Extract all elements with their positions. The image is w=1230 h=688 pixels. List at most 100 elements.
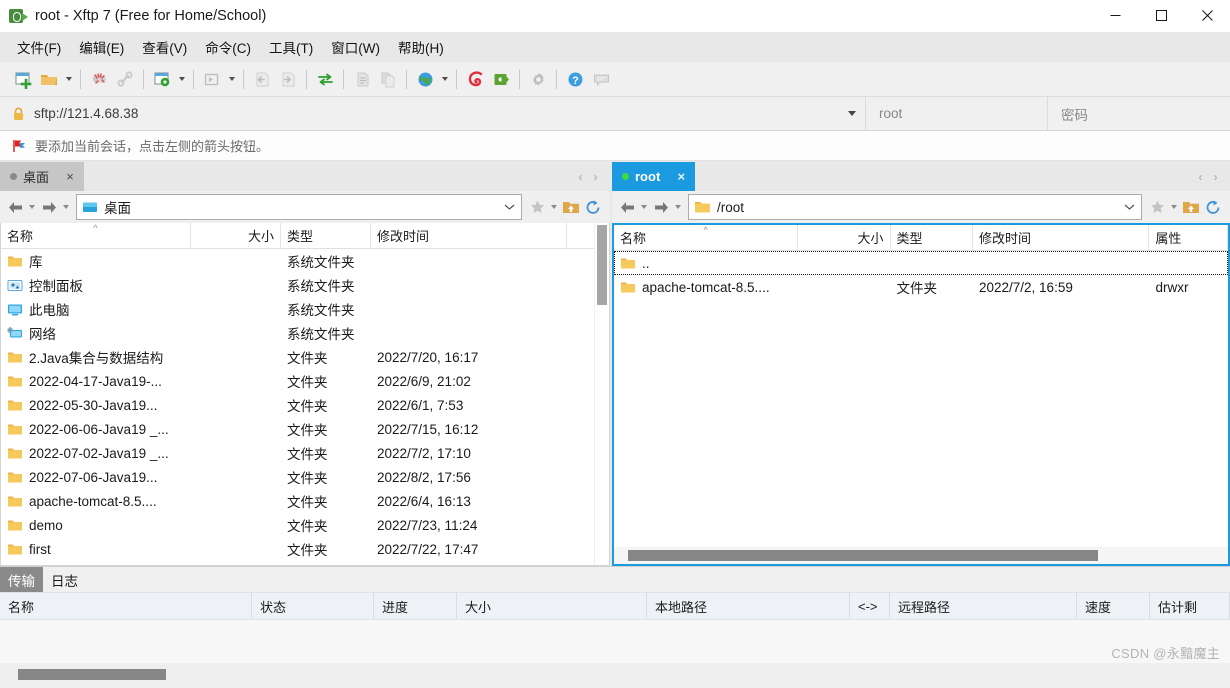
disconnect-icon[interactable] (86, 66, 112, 92)
table-row[interactable]: apache-tomcat-8.5....文件夹2022/6/4, 16:13 (1, 489, 594, 513)
remote-horizontal-scrollbar[interactable] (614, 547, 1228, 564)
copy-icon[interactable] (349, 66, 375, 92)
remote-tab-root[interactable]: root × (612, 162, 695, 191)
remote-back-dropdown[interactable] (638, 195, 650, 219)
remote-tab-next-icon[interactable]: › (1208, 167, 1223, 187)
table-row[interactable]: 控制面板系统文件夹 (1, 273, 594, 297)
xshell-icon[interactable] (462, 66, 488, 92)
remote-back-button[interactable] (616, 195, 638, 219)
menu-file[interactable]: 文件(F) (8, 33, 70, 61)
settings-gear-icon[interactable] (525, 66, 551, 92)
remote-folder-up-icon[interactable] (1180, 195, 1202, 219)
open-folder-dropdown[interactable] (62, 66, 75, 92)
table-row[interactable]: 2022-05-30-Java19...文件夹2022/6/1, 7:53 (1, 393, 594, 417)
run-dropdown[interactable] (225, 66, 238, 92)
dock-col-direction[interactable]: <-> (850, 593, 890, 619)
remote-tab-close-icon[interactable]: × (674, 170, 688, 184)
local-col-type[interactable]: 类型 (281, 223, 371, 248)
remote-path-chevron-icon[interactable] (1121, 203, 1137, 211)
local-vertical-scrollbar[interactable] (594, 223, 609, 565)
remote-forward-button[interactable] (650, 195, 672, 219)
link-icon[interactable] (112, 66, 138, 92)
remote-rows[interactable]: ..apache-tomcat-8.5....文件夹2022/7/2, 16:5… (614, 251, 1228, 547)
remote-path-input[interactable]: /root (688, 194, 1142, 220)
dock-col-status[interactable]: 状态 (252, 593, 374, 619)
menu-edit[interactable]: 编辑(E) (70, 33, 133, 61)
dock-tab-transfer[interactable]: 传输 (0, 567, 43, 592)
local-path-chevron-icon[interactable] (501, 203, 517, 211)
chevron-down-icon[interactable] (839, 111, 865, 116)
session-properties-icon[interactable] (149, 66, 175, 92)
dock-col-remote-path[interactable]: 远程路径 (890, 593, 1077, 619)
remote-refresh-icon[interactable] (1202, 195, 1224, 219)
local-refresh-icon[interactable] (582, 195, 604, 219)
open-folder-icon[interactable] (36, 66, 62, 92)
dock-col-size[interactable]: 大小 (457, 593, 647, 619)
paste-icon[interactable] (375, 66, 401, 92)
dock-col-progress[interactable]: 进度 (374, 593, 457, 619)
dock-col-eta[interactable]: 估计剩 (1150, 593, 1230, 619)
session-url-field[interactable]: sftp://121.4.68.38 (0, 97, 866, 130)
transfer-left-icon[interactable] (249, 66, 275, 92)
table-row[interactable]: 2022-06-06-Java19 _...文件夹2022/7/15, 16:1… (1, 417, 594, 441)
password-field[interactable]: 密码 (1048, 97, 1230, 130)
status-scrollbar-thumb[interactable] (18, 669, 166, 680)
local-col-name[interactable]: 名称 ^ (1, 223, 191, 248)
local-back-button[interactable] (4, 195, 26, 219)
close-button[interactable] (1184, 0, 1230, 32)
dock-tab-log[interactable]: 日志 (43, 567, 86, 592)
table-row[interactable]: 网络系统文件夹 (1, 321, 594, 345)
dock-col-name[interactable]: 名称 (0, 593, 252, 619)
menu-tools[interactable]: 工具(T) (260, 33, 322, 61)
local-tab-desktop[interactable]: 桌面 × (0, 162, 84, 191)
local-col-size[interactable]: 大小 (191, 223, 281, 248)
menu-window[interactable]: 窗口(W) (322, 33, 389, 61)
table-row[interactable]: first文件夹2022/7/22, 17:47 (1, 537, 594, 561)
browser-dropdown[interactable] (438, 66, 451, 92)
remote-col-modified[interactable]: 修改时间 (973, 225, 1149, 250)
local-path-input[interactable]: 桌面 (76, 194, 522, 220)
remote-forward-dropdown[interactable] (672, 195, 684, 219)
table-row[interactable]: 2.Java集合与数据结构文件夹2022/7/20, 16:17 (1, 345, 594, 369)
xftp-green-icon[interactable] (488, 66, 514, 92)
session-properties-dropdown[interactable] (175, 66, 188, 92)
dock-col-speed[interactable]: 速度 (1077, 593, 1150, 619)
table-row[interactable]: 此电脑系统文件夹 (1, 297, 594, 321)
remote-col-attrs[interactable]: 属性 (1149, 225, 1228, 250)
menu-view[interactable]: 查看(V) (133, 33, 196, 61)
minimize-button[interactable] (1092, 0, 1138, 32)
menu-command[interactable]: 命令(C) (196, 33, 260, 61)
remote-favorites-dropdown[interactable] (1168, 195, 1180, 219)
dock-col-local-path[interactable]: 本地路径 (647, 593, 850, 619)
local-favorites-dropdown[interactable] (548, 195, 560, 219)
local-col-modified[interactable]: 修改时间 (371, 223, 567, 248)
local-tab-close-icon[interactable]: × (63, 170, 77, 184)
remote-col-type[interactable]: 类型 (891, 225, 973, 250)
table-row[interactable]: 库系统文件夹 (1, 249, 594, 273)
remote-tab-prev-icon[interactable]: ‹ (1193, 167, 1208, 187)
local-tab-next-icon[interactable]: › (588, 167, 603, 187)
help-icon[interactable]: ? (562, 66, 588, 92)
local-forward-button[interactable] (38, 195, 60, 219)
chat-icon[interactable] (588, 66, 614, 92)
username-field[interactable]: root (866, 97, 1048, 130)
table-row[interactable]: 2022-07-06-Java19...文件夹2022/8/2, 17:56 (1, 465, 594, 489)
sync-transfer-icon[interactable] (312, 66, 338, 92)
transfer-right-icon[interactable] (275, 66, 301, 92)
local-back-dropdown[interactable] (26, 195, 38, 219)
maximize-button[interactable] (1138, 0, 1184, 32)
table-row[interactable]: demo文件夹2022/7/23, 11:24 (1, 513, 594, 537)
local-favorites-star-icon[interactable] (526, 195, 548, 219)
local-forward-dropdown[interactable] (60, 195, 72, 219)
new-session-icon[interactable] (10, 66, 36, 92)
remote-favorites-star-icon[interactable] (1146, 195, 1168, 219)
table-row[interactable]: 2022-07-02-Java19 _...文件夹2022/7/2, 17:10 (1, 441, 594, 465)
local-folder-up-icon[interactable] (560, 195, 582, 219)
table-row[interactable]: .. (614, 251, 1228, 275)
table-row[interactable]: 2022-04-17-Java19-...文件夹2022/6/9, 21:02 (1, 369, 594, 393)
table-row[interactable]: apache-tomcat-8.5....文件夹2022/7/2, 16:59d… (614, 275, 1228, 299)
menu-help[interactable]: 帮助(H) (389, 33, 453, 61)
local-tab-prev-icon[interactable]: ‹ (573, 167, 588, 187)
browser-icon[interactable] (412, 66, 438, 92)
remote-col-name[interactable]: 名称 ^ (614, 225, 798, 250)
